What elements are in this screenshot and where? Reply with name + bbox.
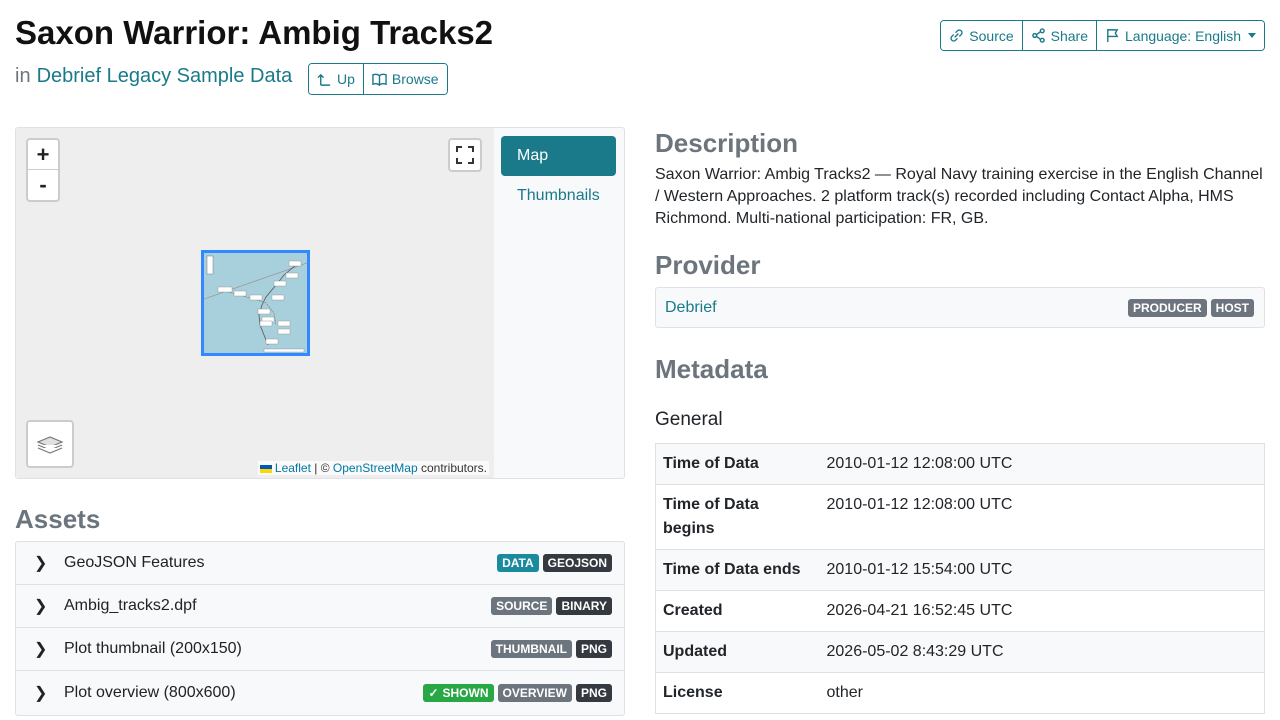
language-label: Language: English xyxy=(1125,27,1241,44)
description-text: Saxon Warrior: Ambig Tracks2 — Royal Nav… xyxy=(655,166,1263,227)
layers-icon xyxy=(36,436,64,454)
table-row: License other xyxy=(655,672,1265,714)
asset-item-thumbnail[interactable]: ❯ Plot thumbnail (200x150) THUMBNAIL PNG xyxy=(16,628,624,671)
share-button[interactable]: Share xyxy=(1022,21,1097,50)
meta-key: Time of Data ends xyxy=(655,549,820,591)
meta-value: 2010-01-12 12:08:00 UTC xyxy=(819,484,1265,550)
table-row: Time of Data 2010-01-12 12:08:00 UTC xyxy=(655,443,1265,485)
metadata-table: Time of Data 2010-01-12 12:08:00 UTC Time… xyxy=(655,443,1265,714)
meta-key: Time of Data xyxy=(655,443,820,485)
asset-item-dpf[interactable]: ❯ Ambig_tracks2.dpf SOURCE BINARY xyxy=(16,585,624,628)
chevron-right-icon: ❯ xyxy=(34,598,48,615)
map-attribution: Leaflet | © OpenStreetMap contributors. xyxy=(257,461,489,475)
browse-button[interactable]: Browse xyxy=(363,64,447,94)
map-tabs: Map Thumbnails xyxy=(501,136,616,216)
meta-value: 2026-05-02 8:43:29 UTC xyxy=(819,631,1265,673)
source-label: Source xyxy=(969,27,1014,44)
meta-key: Time of Data begins xyxy=(655,484,820,550)
table-row: Time of Data begins 2010-01-12 12:08:00 U… xyxy=(655,484,1265,550)
meta-key: Updated xyxy=(655,631,820,673)
nav-button-group: Up Browse xyxy=(308,63,448,95)
fullscreen-button[interactable] xyxy=(448,138,482,172)
meta-key: License xyxy=(655,672,820,714)
collection-line: in Debrief Legacy Sample Data xyxy=(15,65,292,88)
provider-link[interactable]: Debrief xyxy=(665,299,1124,317)
attribution-suffix: contributors. xyxy=(420,461,487,475)
chevron-right-icon: ❯ xyxy=(34,555,48,572)
meta-value: 2026-04-21 16:52:45 UTC xyxy=(819,590,1265,632)
plot-overlay-graphic xyxy=(204,253,307,353)
language-dropdown[interactable]: Language: English xyxy=(1097,21,1264,50)
provider-row: Debrief PRODUCER HOST xyxy=(655,287,1265,328)
assets-list: ❯ GeoJSON Features DATA GEOJSON ❯ Ambig_… xyxy=(15,541,625,716)
asset-name: Ambig_tracks2.dpf xyxy=(64,597,197,614)
badge-png: PNG xyxy=(575,640,612,658)
badge-png: PNG xyxy=(575,684,612,702)
chevron-down-icon xyxy=(1248,33,1256,38)
browse-label: Browse xyxy=(391,71,439,87)
badge-data: DATA xyxy=(497,554,539,572)
metadata-heading: Metadata xyxy=(655,354,768,384)
top-button-group: Source Share Language: English xyxy=(940,20,1265,51)
ukraine-flag-icon xyxy=(259,464,272,473)
share-icon xyxy=(1031,28,1045,43)
badge-producer: PRODUCER xyxy=(1127,298,1207,317)
chevron-right-icon: ❯ xyxy=(34,685,48,702)
leaflet-link[interactable]: Leaflet xyxy=(275,461,311,475)
meta-value: 2010-01-12 15:54:00 UTC xyxy=(819,549,1265,591)
asset-name: GeoJSON Features xyxy=(64,554,205,571)
table-row: Time of Data ends 2010-01-12 15:54:00 UTC xyxy=(655,549,1265,591)
arrow-up-icon xyxy=(317,73,331,86)
description-heading: Description xyxy=(655,128,799,158)
link-icon xyxy=(950,29,963,42)
plot-overlay-image[interactable] xyxy=(201,250,310,356)
zoom-in-button[interactable]: + xyxy=(28,140,58,170)
map-panel: + - Leaflet | © OpenStreetMap contributo… xyxy=(15,127,625,479)
badge-shown: ✓ SHOWN xyxy=(423,684,494,702)
check-icon: ✓ xyxy=(428,686,439,700)
tab-thumbnails[interactable]: Thumbnails xyxy=(501,176,616,216)
meta-key: Created xyxy=(655,590,820,632)
meta-value: 2010-01-12 12:08:00 UTC xyxy=(819,443,1265,485)
provider-heading: Provider xyxy=(655,250,761,280)
tab-map[interactable]: Map xyxy=(501,136,616,176)
up-button[interactable]: Up xyxy=(309,64,364,94)
badge-thumbnail: THUMBNAIL xyxy=(490,640,572,658)
book-icon xyxy=(372,72,387,86)
zoom-out-button[interactable]: - xyxy=(28,170,58,200)
source-button[interactable]: Source xyxy=(941,21,1023,50)
badge-source: SOURCE xyxy=(491,597,553,615)
badge-geojson: GEOJSON xyxy=(542,554,612,572)
asset-name: Plot overview (800x600) xyxy=(64,684,236,701)
in-prefix: in xyxy=(15,65,31,87)
asset-item-overview[interactable]: ❯ Plot overview (800x600) ✓ SHOWN OVERVIE… xyxy=(16,671,624,715)
map-view[interactable]: + - Leaflet | © OpenStreetMap contributo… xyxy=(16,128,494,478)
fullscreen-icon xyxy=(456,146,474,164)
badge-overview: OVERVIEW xyxy=(497,684,572,702)
chevron-right-icon: ❯ xyxy=(34,641,48,658)
badge-shown-label: SHOWN xyxy=(442,686,489,700)
assets-heading: Assets xyxy=(15,504,101,534)
table-row: Created 2026-04-21 16:52:45 UTC xyxy=(655,590,1265,632)
layers-button[interactable] xyxy=(26,420,74,468)
attribution-separator: | © xyxy=(314,461,330,475)
collection-link[interactable]: Debrief Legacy Sample Data xyxy=(37,65,293,88)
flag-icon xyxy=(1107,28,1119,43)
share-label: Share xyxy=(1050,27,1088,44)
osm-link[interactable]: OpenStreetMap xyxy=(333,461,418,475)
zoom-control: + - xyxy=(26,138,60,202)
asset-name: Plot thumbnail (200x150) xyxy=(64,640,242,657)
page-title: Saxon Warrior: Ambig Tracks2 xyxy=(15,14,494,51)
metadata-section-general: General xyxy=(655,409,723,430)
up-label: Up xyxy=(337,71,355,87)
badge-host: HOST xyxy=(1210,298,1254,317)
table-row: Updated 2026-05-02 8:43:29 UTC xyxy=(655,631,1265,673)
badge-binary: BINARY xyxy=(556,597,612,615)
meta-value: other xyxy=(819,672,1265,714)
asset-item-geojson[interactable]: ❯ GeoJSON Features DATA GEOJSON xyxy=(16,542,624,585)
